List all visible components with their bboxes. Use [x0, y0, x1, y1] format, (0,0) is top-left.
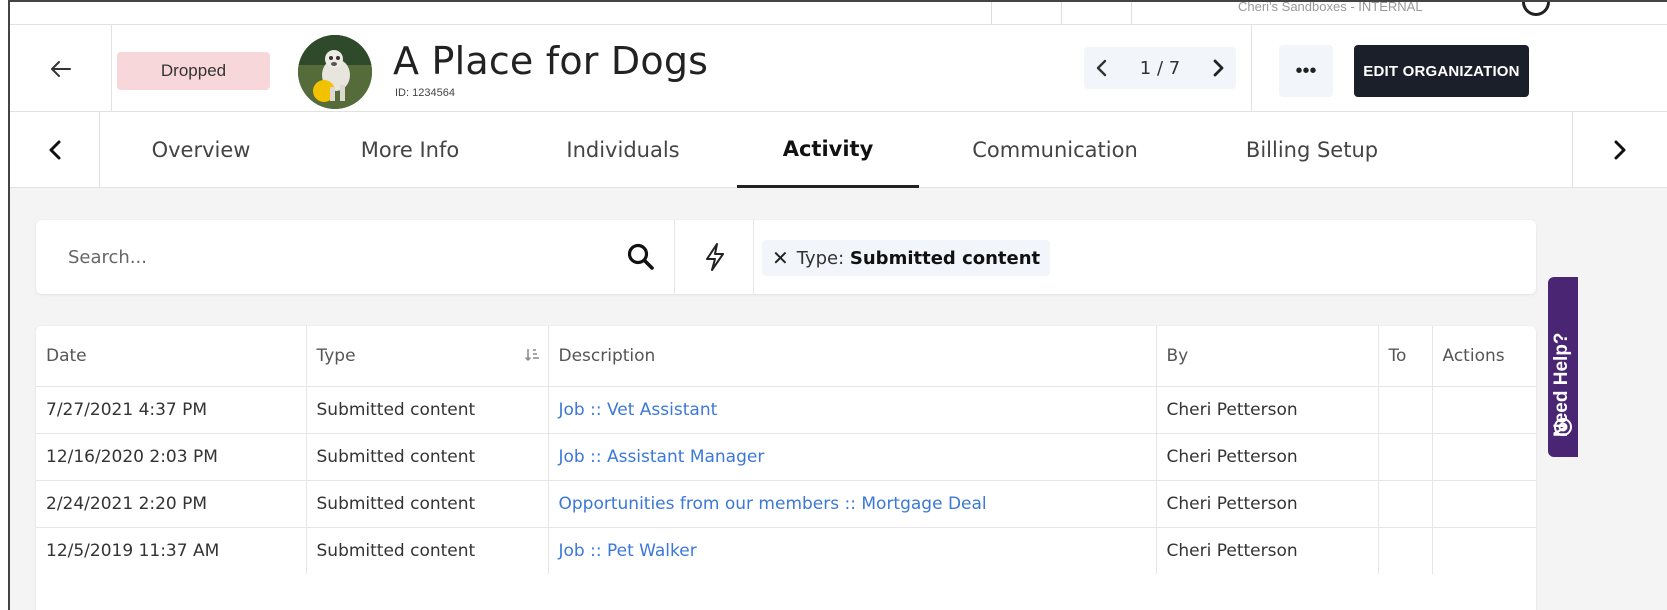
edit-organization-button[interactable]: EDIT ORGANIZATION — [1354, 45, 1529, 97]
cell-date: 2/24/2021 2:20 PM — [36, 479, 307, 527]
cell-type: Submitted content — [306, 526, 549, 574]
chevron-right-icon — [1614, 140, 1626, 160]
close-icon[interactable]: ✕ — [772, 246, 789, 270]
arrow-left-icon — [50, 61, 71, 77]
cell-date: 7/27/2021 4:37 PM — [36, 385, 307, 433]
sort-descending-icon[interactable] — [524, 347, 540, 363]
table-row: 12/5/2019 11:37 AM Submitted content Job… — [36, 526, 1536, 574]
filter-prefix: Type — [796, 247, 839, 269]
cell-date: 12/16/2020 2:03 PM — [36, 432, 307, 480]
table-row: 7/27/2021 4:37 PM Submitted content Job … — [36, 385, 1536, 433]
tabs-scroll-right-button[interactable] — [1572, 112, 1667, 188]
column-header-date[interactable]: Date — [36, 326, 307, 386]
cell-actions — [1432, 432, 1536, 480]
organization-name: A Place for Dogs — [393, 39, 709, 83]
description-link[interactable]: Job :: Pet Walker — [559, 541, 697, 561]
cell-to — [1378, 432, 1433, 480]
app-frame: Cheri's Sandboxes - INTERNAL Dropped A P… — [8, 0, 1667, 610]
column-header-type[interactable]: Type — [306, 326, 549, 386]
more-options-button[interactable]: ••• — [1279, 45, 1333, 97]
chevron-left-icon[interactable] — [1094, 58, 1108, 78]
chevron-right-icon[interactable] — [1212, 58, 1226, 78]
cell-by: Cheri Petterson — [1156, 526, 1379, 574]
column-header-to[interactable]: To — [1378, 326, 1433, 386]
cell-by: Cheri Petterson — [1156, 432, 1379, 480]
search-icon[interactable] — [626, 242, 656, 272]
cell-to — [1378, 479, 1433, 527]
description-link[interactable]: Job :: Vet Assistant — [559, 400, 718, 420]
tab-overview[interactable]: Overview — [122, 112, 280, 188]
column-header-description[interactable]: Description — [548, 326, 1157, 386]
cell-actions — [1432, 385, 1536, 433]
cell-date: 12/5/2019 11:37 AM — [36, 526, 307, 574]
cell-by: Cheri Petterson — [1156, 479, 1379, 527]
lifebuoy-icon — [1554, 418, 1572, 436]
tab-more-info[interactable]: More Info — [340, 112, 480, 188]
column-header-by[interactable]: By — [1156, 326, 1379, 386]
chevron-left-icon — [49, 140, 60, 160]
tabs-scroll-left-button[interactable] — [10, 112, 100, 188]
user-avatar[interactable] — [1522, 2, 1550, 16]
activity-table: Date Type Description By To Actions 7/27… — [36, 326, 1536, 610]
description-link[interactable]: Opportunities from our members :: Mortga… — [559, 494, 987, 514]
tab-billing-setup[interactable]: Billing Setup — [1232, 112, 1392, 188]
table-header-row: Date Type Description By To Actions — [36, 326, 1536, 386]
tab-individuals[interactable]: Individuals — [548, 112, 698, 188]
table-row: 12/16/2020 2:03 PM Submitted content Job… — [36, 432, 1536, 480]
organization-avatar — [298, 35, 372, 109]
record-header: Dropped A Place for Dogs ID: 1234564 1 /… — [10, 24, 1667, 113]
record-pager: 1 / 7 — [1084, 47, 1236, 89]
pager-count: 1 / 7 — [1139, 57, 1181, 79]
description-link[interactable]: Job :: Assistant Manager — [559, 447, 765, 467]
table-row: 2/24/2021 2:20 PM Submitted content Oppo… — [36, 479, 1536, 527]
filter-chip-type[interactable]: ✕ Type: Submitted content — [762, 240, 1051, 276]
account-name: Cheri's Sandboxes - INTERNAL — [1238, 0, 1423, 14]
top-strip: Cheri's Sandboxes - INTERNAL — [10, 2, 1667, 24]
cell-to — [1378, 385, 1433, 433]
dog-photo — [298, 35, 372, 109]
cell-actions — [1432, 479, 1536, 527]
lightning-bolt-icon[interactable] — [702, 242, 728, 272]
column-header-actions: Actions — [1442, 345, 1505, 366]
need-help-tab[interactable]: Need Help? — [1548, 277, 1578, 457]
column-header-type-label: Type — [316, 345, 356, 366]
cell-type: Submitted content — [306, 479, 549, 527]
search-bar: ✕ Type: Submitted content — [36, 220, 1536, 294]
search-input[interactable] — [36, 220, 616, 294]
tab-communication[interactable]: Communication — [965, 112, 1145, 188]
cell-type: Submitted content — [306, 385, 549, 433]
cell-type: Submitted content — [306, 432, 549, 480]
cell-to — [1378, 526, 1433, 574]
status-badge: Dropped — [117, 52, 270, 90]
tab-bar: Overview More Info Individuals Activity … — [10, 112, 1667, 188]
cell-actions — [1432, 526, 1536, 574]
organization-id: ID: 1234564 — [395, 87, 455, 99]
cell-by: Cheri Petterson — [1156, 385, 1379, 433]
back-button[interactable] — [10, 25, 112, 113]
tab-activity[interactable]: Activity — [737, 112, 919, 188]
filter-value: Submitted content — [849, 247, 1041, 269]
